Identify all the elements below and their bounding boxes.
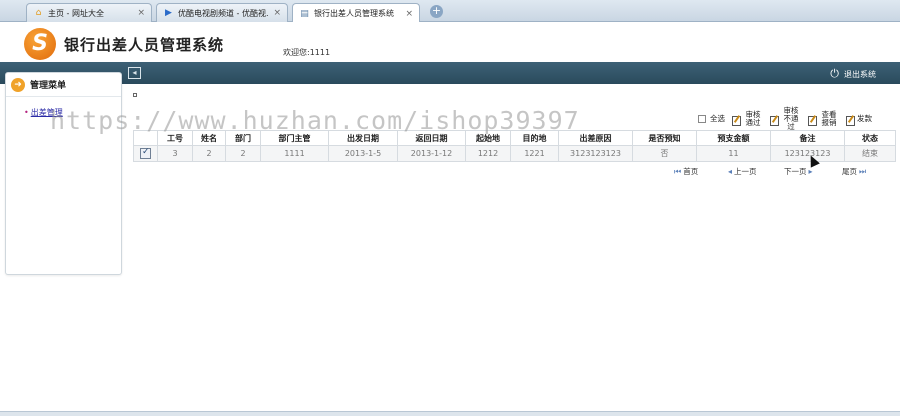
edit-icon — [732, 115, 741, 126]
tab-title: 优酷电视剧频道 - 优酷视... — [178, 8, 270, 18]
table-cell: 否 — [632, 145, 697, 162]
column-header[interactable]: 备注 — [770, 130, 845, 146]
send-payment-label: 发款 — [857, 114, 872, 123]
logout-button[interactable]: ⏻ 退出系统 — [830, 67, 876, 81]
column-header[interactable]: 出发日期 — [328, 130, 398, 146]
browser-tab-home[interactable]: ⌂ 主页 - 网址大全 × — [26, 3, 152, 22]
welcome-text: 欢迎您:1111 — [283, 48, 331, 57]
tab-title: 银行出差人员管理系统 — [314, 9, 394, 18]
row-checkbox[interactable] — [140, 147, 151, 159]
close-icon[interactable]: × — [405, 9, 413, 19]
column-header[interactable]: 部门主管 — [260, 130, 329, 146]
select-all-label: 全选 — [710, 114, 725, 123]
sidebar: ➜ 管理菜单 出差管理 — [5, 72, 122, 275]
view-reimburse-label: 查看报销 — [821, 110, 837, 127]
tab-title: 主页 - 网址大全 — [48, 8, 104, 18]
trip-table: 工号 姓名 部门 部门主管 出发日期 返回日期 起始地 目的地 出差原因 是否预… — [133, 130, 896, 162]
table-cell: 2013-1-12 — [397, 145, 466, 162]
browser-tab-active[interactable]: ▤ 银行出差人员管理系统 × — [292, 3, 420, 23]
table-cell: 2 — [192, 145, 226, 162]
view-reimburse-button[interactable]: 查看报销 — [808, 111, 839, 127]
column-header[interactable]: 预支金额 — [696, 130, 771, 146]
approve-label: 审核通过 — [745, 110, 761, 127]
arrow-right-icon: ➜ — [11, 77, 25, 92]
logout-label: 退出系统 — [844, 69, 876, 79]
table-cell: 11 — [696, 145, 771, 162]
edit-icon — [770, 115, 779, 126]
table-cell: 2013-1-5 — [328, 145, 398, 162]
home-icon: ⌂ — [35, 8, 42, 18]
power-icon: ⏻ — [830, 67, 839, 80]
breadcrumb-marker — [133, 93, 137, 97]
table-cell: 3123123123 — [558, 145, 633, 162]
sidebar-header: ➜ 管理菜单 — [6, 73, 121, 97]
prev-page-button[interactable]: ◂ 上一页 — [726, 166, 757, 177]
table-cell: 1221 — [510, 145, 559, 162]
sidebar-title: 管理菜单 — [30, 81, 67, 91]
table-cell: 1212 — [465, 145, 511, 162]
table-row[interactable]: 3 2 2 1111 2013-1-5 2013-1-12 1212 1221 … — [133, 145, 896, 162]
first-page-icon: ⏮ — [674, 166, 682, 176]
pagination: ⏮ 首页 ◂ 上一页 下一页 ▸ 尾页 ⏭ — [672, 164, 882, 178]
prev-page-label: 上一页 — [734, 167, 757, 176]
column-header[interactable]: 出差原因 — [558, 130, 633, 146]
top-nav-bar: ◂ ⏻ 退出系统 — [0, 62, 900, 84]
browser-status-bar — [0, 411, 900, 416]
column-header[interactable]: 状态 — [844, 130, 896, 146]
prev-page-icon: ◂ — [728, 167, 733, 176]
edit-icon — [808, 115, 817, 126]
reject-button[interactable]: 审核不通过 — [770, 107, 801, 131]
last-page-icon: ⏭ — [859, 166, 867, 176]
browser-tab-bar: ⌂ 主页 - 网址大全 × ▶ 优酷电视剧频道 - 优酷视... × ▤ 银行出… — [0, 0, 900, 23]
first-page-label: 首页 — [683, 167, 699, 176]
edit-icon — [846, 115, 855, 126]
column-header[interactable]: 目的地 — [510, 130, 559, 146]
row-select-cell[interactable] — [133, 145, 158, 162]
last-page-button[interactable]: 尾页 ⏭ — [842, 166, 868, 177]
send-payment-button[interactable]: 发款 — [846, 114, 872, 126]
table-cell: 2 — [225, 145, 261, 162]
approve-button[interactable]: 审核通过 — [732, 111, 763, 127]
last-page-label: 尾页 — [842, 167, 857, 176]
close-icon[interactable]: × — [273, 8, 281, 18]
column-header[interactable]: 部门 — [225, 130, 261, 146]
page-title: 银行出差人员管理系统 — [64, 36, 225, 54]
collapse-sidebar-icon[interactable]: ◂ — [128, 67, 141, 79]
play-icon: ▶ — [165, 8, 172, 18]
select-all-button[interactable]: 全选 — [698, 115, 725, 123]
new-tab-button[interactable]: + — [430, 5, 443, 18]
table-header-row: 工号 姓名 部门 部门主管 出发日期 返回日期 起始地 目的地 出差原因 是否预… — [133, 130, 896, 146]
reject-label: 审核不通过 — [783, 106, 799, 131]
column-header[interactable]: 起始地 — [465, 130, 511, 146]
action-toolbar: 全选 审核通过 审核不通过 查看报销 发款 — [698, 107, 879, 131]
table-cell: 3 — [157, 145, 193, 162]
column-header[interactable]: 返回日期 — [397, 130, 466, 146]
column-header[interactable]: 姓名 — [192, 130, 226, 146]
first-page-button[interactable]: ⏮ 首页 — [672, 166, 698, 177]
next-page-icon: ▸ — [808, 167, 813, 176]
table-cell: 1111 — [260, 145, 329, 162]
next-page-label: 下一页 — [784, 167, 807, 176]
table-cell: 结束 — [844, 145, 896, 162]
column-header-select — [133, 130, 158, 146]
column-header[interactable]: 工号 — [157, 130, 193, 146]
browser-tab-youku[interactable]: ▶ 优酷电视剧频道 - 优酷视... × — [156, 3, 288, 22]
logo-icon: S — [24, 28, 56, 60]
column-header[interactable]: 是否预知 — [632, 130, 697, 146]
page-icon: ▤ — [300, 8, 309, 19]
close-icon[interactable]: × — [137, 8, 145, 18]
app-header: S 银行出差人员管理系统 欢迎您:1111 — [0, 22, 900, 62]
select-all-checkbox[interactable] — [698, 115, 706, 123]
sidebar-item-trip-management[interactable]: 出差管理 — [24, 107, 121, 118]
